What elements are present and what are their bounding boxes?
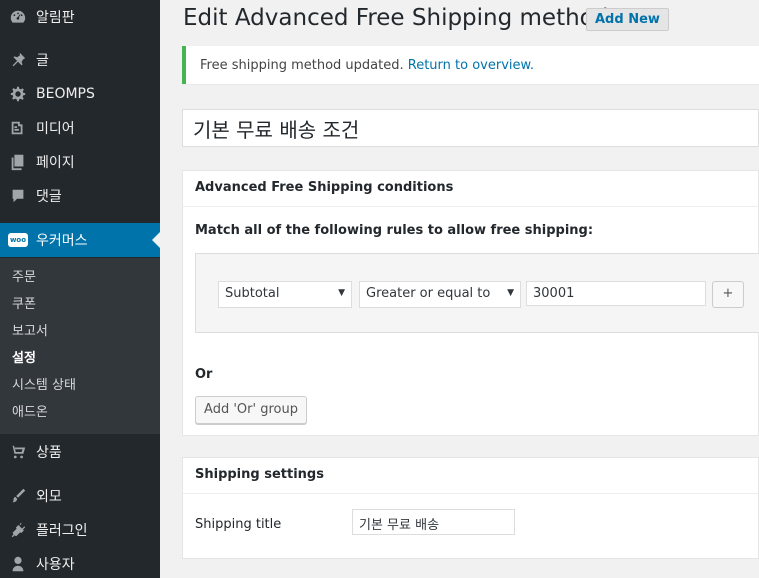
return-to-overview-link[interactable]: Return to overview. [408, 58, 534, 73]
gear-icon [8, 84, 28, 104]
plugin-icon [8, 520, 28, 540]
dropdown-arrow-icon: ▼ [507, 288, 514, 298]
sidebar-item-label: BEOMPS [36, 86, 95, 102]
shipping-settings-header: Shipping settings [183, 458, 758, 494]
pin-icon [8, 50, 28, 70]
condition-operator-select[interactable]: Greater or equal to ▼ [359, 281, 521, 308]
submenu-item-addons[interactable]: 애드온 [0, 399, 160, 426]
shipping-title-label: Shipping title [195, 517, 282, 532]
brush-icon [8, 486, 28, 506]
woocommerce-submenu: 주문 쿠폰 보고서 설정 시스템 상태 애드온 [0, 258, 160, 434]
cart-icon [8, 442, 28, 462]
sidebar-item-posts[interactable]: 글 [0, 43, 160, 77]
sidebar-item-media[interactable]: 미디어 [0, 111, 160, 145]
page-title: Edit Advanced Free Shipping method [183, 5, 609, 31]
dropdown-arrow-icon: ▼ [338, 288, 345, 298]
sidebar-item-appearance[interactable]: 외모 [0, 479, 160, 513]
add-condition-button[interactable]: + [712, 281, 744, 308]
submenu-item-orders[interactable]: 주문 [0, 264, 160, 291]
or-label: Or [195, 367, 213, 382]
sidebar-item-label: 알림판 [36, 10, 75, 26]
shipping-title-input[interactable]: 기본 무료 배송 [352, 509, 515, 535]
media-icon [8, 118, 28, 138]
notice-text: Free shipping method updated. [200, 58, 404, 73]
sidebar-item-dashboard[interactable]: 알림판 [0, 0, 160, 34]
success-notice: Free shipping method updated. Return to … [182, 46, 759, 84]
conditions-postbox: Advanced Free Shipping conditions Match … [182, 170, 759, 436]
add-new-button[interactable]: Add New [586, 8, 669, 31]
sidebar-item-users[interactable]: 사용자 [0, 547, 160, 578]
sidebar-item-label: 댓글 [36, 189, 62, 205]
sidebar-item-label: 상품 [36, 445, 62, 461]
sidebar-item-label: 외모 [36, 489, 62, 505]
comment-icon [8, 186, 28, 206]
main-content: Edit Advanced Free Shipping method Add N… [160, 0, 759, 578]
condition-group: Subtotal ▼ Greater or equal to ▼ 30001 + [195, 253, 759, 333]
sidebar-item-woocommerce[interactable]: woo 우커머스 [0, 223, 160, 257]
submenu-item-system-status[interactable]: 시스템 상태 [0, 372, 160, 399]
page-icon [8, 152, 28, 172]
submenu-item-coupons[interactable]: 쿠폰 [0, 291, 160, 318]
sidebar-item-pages[interactable]: 페이지 [0, 145, 160, 179]
sidebar-item-comments[interactable]: 댓글 [0, 179, 160, 213]
submenu-item-settings[interactable]: 설정 [0, 345, 160, 372]
method-title-input[interactable]: 기본 무료 배송 조건 [182, 109, 759, 147]
condition-field-value: Subtotal [225, 286, 280, 301]
submenu-item-reports[interactable]: 보고서 [0, 318, 160, 345]
admin-sidebar: 알림판 글 BEOMPS 미디어 페이지 댓글 woo 우커머스 주문 쿠폰 보… [0, 0, 160, 578]
sidebar-item-label: 플러그인 [36, 523, 88, 539]
sidebar-item-label: 사용자 [36, 557, 75, 573]
sidebar-item-products[interactable]: 상품 [0, 435, 160, 469]
condition-value-input[interactable]: 30001 [526, 281, 706, 306]
sidebar-item-label: 글 [36, 53, 49, 69]
sidebar-item-label: 페이지 [36, 155, 75, 171]
match-rules-text: Match all of the following rules to allo… [195, 223, 594, 238]
add-or-group-button[interactable]: Add 'Or' group [195, 396, 307, 424]
sidebar-item-beomps[interactable]: BEOMPS [0, 77, 160, 111]
sidebar-item-label: 우커머스 [36, 233, 88, 249]
sidebar-item-label: 미디어 [36, 121, 75, 137]
shipping-settings-postbox: Shipping settings Shipping title 기본 무료 배… [182, 457, 759, 559]
conditions-header: Advanced Free Shipping conditions [183, 171, 758, 207]
sidebar-item-plugins[interactable]: 플러그인 [0, 513, 160, 547]
woocommerce-icon: woo [8, 230, 28, 250]
dashboard-icon [8, 7, 28, 27]
condition-operator-value: Greater or equal to [366, 286, 491, 301]
user-icon [8, 554, 28, 574]
condition-field-select[interactable]: Subtotal ▼ [218, 281, 352, 308]
active-menu-arrow [152, 232, 160, 248]
